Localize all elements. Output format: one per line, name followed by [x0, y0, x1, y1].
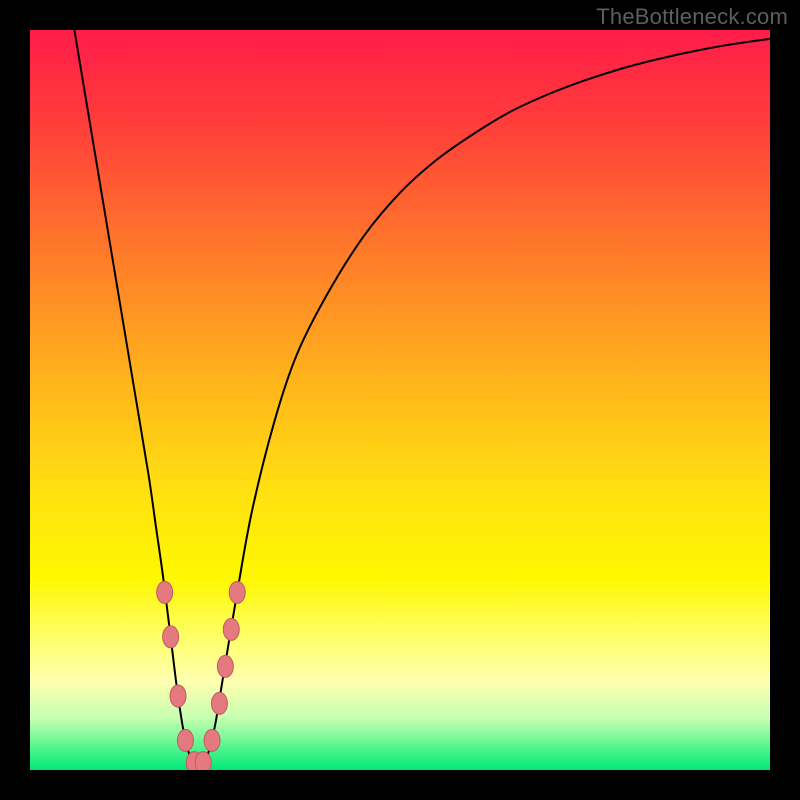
bead-marker [177, 729, 193, 751]
bead-marker [163, 626, 179, 648]
bead-marker [223, 618, 239, 640]
watermark-text: TheBottleneck.com [596, 4, 788, 30]
bead-marker [170, 685, 186, 707]
chart-svg [30, 30, 770, 770]
bead-marker [157, 581, 173, 603]
bead-marker [217, 655, 233, 677]
bead-marker [229, 581, 245, 603]
gradient-background [30, 30, 770, 770]
outer-frame: TheBottleneck.com [0, 0, 800, 800]
plot-area [30, 30, 770, 770]
bead-marker [211, 692, 227, 714]
bead-marker [204, 729, 220, 751]
bead-marker [195, 752, 211, 770]
